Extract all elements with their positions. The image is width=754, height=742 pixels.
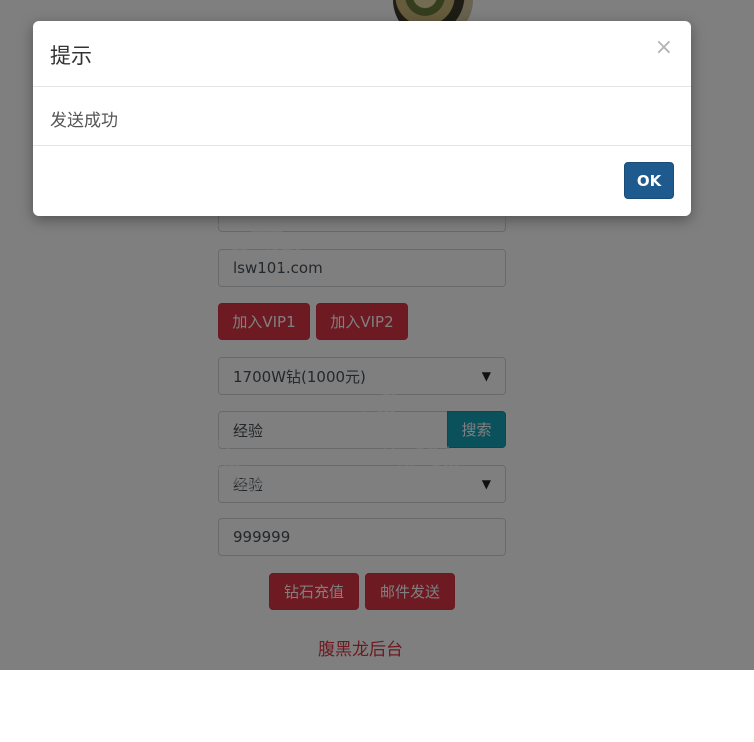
dialog-body: 发送成功	[33, 87, 691, 146]
ok-button-label: OK	[636, 171, 662, 190]
ok-button[interactable]: OK	[624, 162, 674, 199]
dialog-title: 提示	[50, 44, 92, 68]
close-icon[interactable]: ×	[655, 35, 673, 60]
dialog-header: 提示 ×	[33, 21, 691, 87]
dialog-message: 发送成功	[50, 111, 118, 131]
alert-dialog: 提示 × 发送成功 OK	[33, 21, 691, 216]
